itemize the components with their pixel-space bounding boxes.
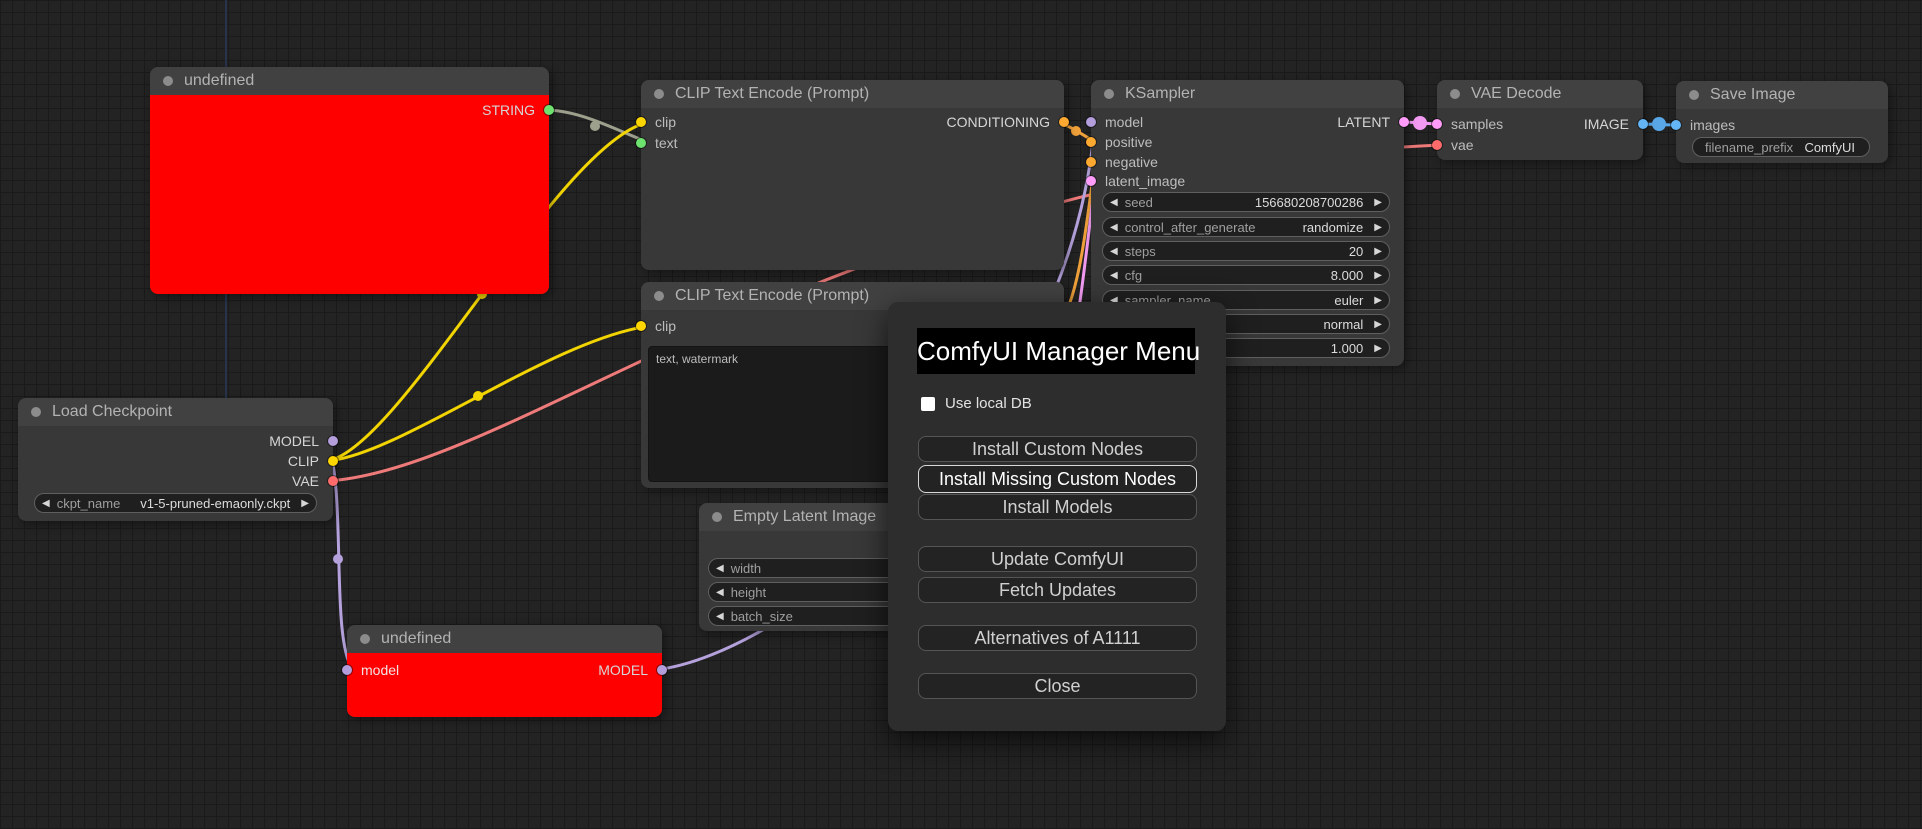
collapse-dot-icon[interactable]	[163, 76, 173, 86]
close-button[interactable]: Close	[918, 673, 1197, 699]
input-slot-latent-image: latent_image	[1086, 172, 1185, 190]
output-slot-clip: CLIP	[288, 452, 338, 470]
node-clip-text-encode-1[interactable]: CLIP Text Encode (Prompt) clip text COND…	[636, 80, 1069, 270]
input-slot-clip: clip	[636, 317, 676, 335]
latent-output-dot[interactable]	[1399, 117, 1409, 127]
node-title[interactable]: undefined	[347, 625, 662, 653]
images-input-dot[interactable]	[1671, 120, 1681, 130]
node-title[interactable]: Save Image	[1676, 81, 1888, 109]
node-title[interactable]: CLIP Text Encode (Prompt)	[641, 80, 1064, 108]
increment-arrow-icon[interactable]: ▶	[294, 498, 316, 509]
update-comfyui-button[interactable]: Update ComfyUI	[918, 546, 1197, 572]
collapse-dot-icon[interactable]	[31, 407, 41, 417]
error-node-body	[150, 95, 549, 294]
widget-ckpt-name[interactable]: ◀ ckpt_name v1-5-pruned-emaonly.ckpt ▶	[34, 493, 317, 513]
input-slot-negative: negative	[1086, 153, 1158, 171]
vae-output-dot[interactable]	[328, 476, 338, 486]
input-slot-images: images	[1671, 116, 1735, 134]
decrement-arrow-icon[interactable]: ◀	[1103, 197, 1125, 208]
fetch-updates-button[interactable]: Fetch Updates	[918, 577, 1197, 603]
install-custom-nodes-button[interactable]: Install Custom Nodes	[918, 436, 1197, 462]
decrement-arrow-icon[interactable]: ◀	[1103, 270, 1125, 281]
string-output-dot[interactable]	[544, 105, 554, 115]
latent-image-input-dot[interactable]	[1086, 176, 1096, 186]
output-slot-latent: LATENT	[1337, 113, 1409, 131]
input-slot-text: text	[636, 134, 678, 152]
decrement-arrow-icon[interactable]: ◀	[1103, 222, 1125, 233]
increment-arrow-icon[interactable]: ▶	[1367, 270, 1389, 281]
increment-arrow-icon[interactable]: ▶	[1367, 197, 1389, 208]
negative-input-dot[interactable]	[1086, 157, 1096, 167]
input-slot-clip: clip	[636, 113, 676, 131]
collapse-dot-icon[interactable]	[1450, 89, 1460, 99]
input-slot-model: model	[342, 661, 399, 679]
node-graph-canvas[interactable]: undefined STRING CLIP Text Encode (Promp…	[0, 0, 1922, 829]
input-slot-model: model	[1086, 113, 1143, 131]
output-slot-string: STRING	[482, 101, 554, 119]
input-slot-positive: positive	[1086, 133, 1152, 151]
image-output-dot[interactable]	[1638, 119, 1648, 129]
node-title[interactable]: KSampler	[1091, 80, 1404, 108]
increment-arrow-icon[interactable]: ▶	[1367, 319, 1389, 330]
collapse-dot-icon[interactable]	[1104, 89, 1114, 99]
collapse-dot-icon[interactable]	[712, 512, 722, 522]
node-title[interactable]: undefined	[150, 67, 549, 95]
increment-arrow-icon[interactable]: ▶	[1367, 222, 1389, 233]
widget-filename-prefix[interactable]: filename_prefix ComfyUI	[1692, 137, 1870, 157]
increment-arrow-icon[interactable]: ▶	[1367, 343, 1389, 354]
clip-output-dot[interactable]	[328, 456, 338, 466]
dialog-title: ComfyUI Manager Menu	[917, 328, 1200, 374]
output-slot-conditioning: CONDITIONING	[947, 113, 1069, 131]
clip-input-dot[interactable]	[636, 117, 646, 127]
collapse-dot-icon[interactable]	[1689, 90, 1699, 100]
decrement-arrow-icon[interactable]: ◀	[709, 563, 731, 574]
input-slot-samples: samples	[1432, 115, 1503, 133]
decrement-arrow-icon[interactable]: ◀	[1103, 246, 1125, 257]
decrement-arrow-icon[interactable]: ◀	[709, 587, 731, 598]
widget-seed[interactable]: ◀ seed 156680208700286 ▶	[1102, 192, 1390, 212]
output-slot-image: IMAGE	[1584, 115, 1648, 133]
node-load-checkpoint[interactable]: Load Checkpoint MODEL CLIP VAE ◀ ckpt_na…	[18, 398, 338, 521]
model-input-dot[interactable]	[342, 665, 352, 675]
widget-control-after-generate[interactable]: ◀ control_after_generate randomize ▶	[1102, 217, 1390, 237]
input-slot-vae: vae	[1432, 136, 1474, 154]
increment-arrow-icon[interactable]: ▶	[1367, 295, 1389, 306]
vae-input-dot[interactable]	[1432, 140, 1442, 150]
output-slot-vae: VAE	[292, 472, 338, 490]
node-vae-decode[interactable]: VAE Decode samples vae IMAGE	[1432, 80, 1648, 160]
output-slot-model: MODEL	[269, 432, 338, 450]
collapse-dot-icon[interactable]	[654, 291, 664, 301]
decrement-arrow-icon[interactable]: ◀	[709, 611, 731, 622]
output-slot-model: MODEL	[598, 661, 667, 679]
use-local-db-row: Use local DB	[921, 395, 1032, 412]
widget-steps[interactable]: ◀ steps 20 ▶	[1102, 241, 1390, 261]
alternatives-of-a1111-button[interactable]: Alternatives of A1111	[918, 625, 1197, 651]
node-save-image[interactable]: Save Image images filename_prefix ComfyU…	[1671, 81, 1888, 163]
node-undefined-2[interactable]: undefined model MODEL	[342, 625, 667, 717]
positive-input-dot[interactable]	[1086, 137, 1096, 147]
comfyui-manager-menu-dialog: ComfyUI Manager Menu Use local DB Instal…	[888, 302, 1226, 731]
install-missing-custom-nodes-button[interactable]: Install Missing Custom Nodes	[918, 465, 1197, 493]
model-input-dot[interactable]	[1086, 117, 1096, 127]
use-local-db-checkbox[interactable]	[921, 396, 935, 411]
clip-input-dot[interactable]	[636, 321, 646, 331]
widget-cfg[interactable]: ◀ cfg 8.000 ▶	[1102, 265, 1390, 285]
conditioning-output-dot[interactable]	[1059, 117, 1069, 127]
collapse-dot-icon[interactable]	[654, 89, 664, 99]
use-local-db-label: Use local DB	[945, 395, 1032, 412]
text-input-dot[interactable]	[636, 138, 646, 148]
node-title[interactable]: VAE Decode	[1437, 80, 1643, 108]
collapse-dot-icon[interactable]	[360, 634, 370, 644]
model-output-dot[interactable]	[328, 436, 338, 446]
decrement-arrow-icon[interactable]: ◀	[35, 498, 57, 509]
model-output-dot[interactable]	[657, 665, 667, 675]
node-undefined-1[interactable]: undefined STRING	[150, 67, 554, 294]
install-models-button[interactable]: Install Models	[918, 494, 1197, 520]
samples-input-dot[interactable]	[1432, 119, 1442, 129]
increment-arrow-icon[interactable]: ▶	[1367, 246, 1389, 257]
node-title[interactable]: Load Checkpoint	[18, 398, 333, 426]
